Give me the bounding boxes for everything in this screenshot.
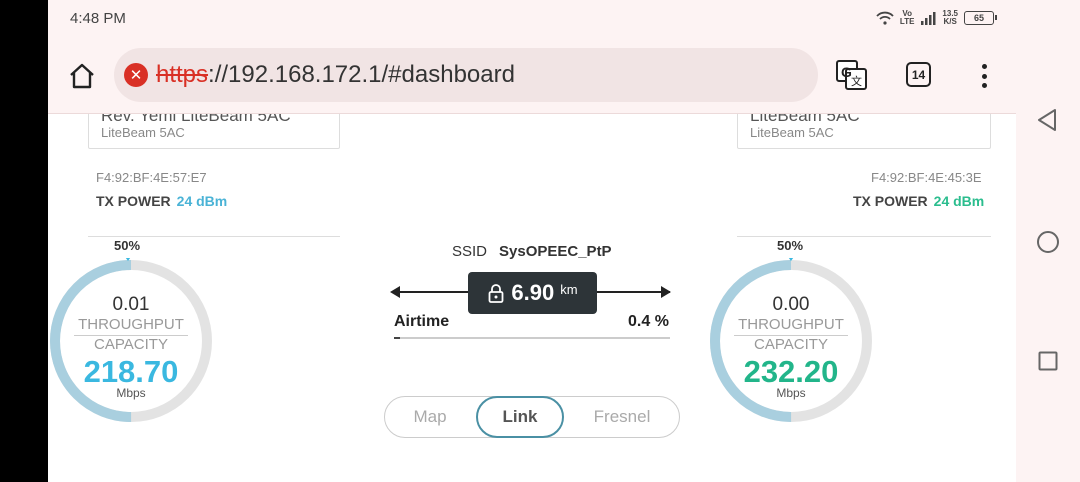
- right-throughput-label: THROUGHPUT: [738, 316, 844, 333]
- home-circle-icon[interactable]: [1036, 230, 1060, 254]
- right-tx-power: TX POWER 24 dBm: [853, 193, 984, 209]
- tab-switcher-button[interactable]: 14: [906, 62, 931, 87]
- arrow-right-icon: [661, 286, 671, 298]
- phone-screen: Rev. Yemi LiteBeam 5AC LiteBeam 5AC F4:9…: [48, 0, 1016, 482]
- right-tx-power-value: 24 dBm: [933, 193, 985, 209]
- lock-icon: [489, 284, 504, 303]
- battery-icon: 65: [964, 11, 997, 25]
- tab-fresnel[interactable]: Fresnel: [565, 397, 679, 437]
- left-tx-power-value: 24 dBm: [176, 193, 228, 209]
- left-throughput-label: THROUGHPUT: [78, 316, 184, 333]
- signal-icon: [921, 12, 936, 25]
- android-nav-bar: [1016, 0, 1080, 482]
- left-device-model: LiteBeam 5AC: [101, 125, 185, 140]
- left-throughput-gauge: 0.01 THROUGHPUT CAPACITY 218.70 Mbps: [48, 258, 214, 428]
- url-protocol: https: [156, 61, 209, 88]
- right-capacity-unit: Mbps: [776, 386, 806, 400]
- left-tx-power: TX POWER 24 dBm: [96, 193, 227, 209]
- network-speed: 13.5 K/S: [942, 9, 958, 26]
- left-throughput-value: 0.01: [112, 294, 150, 315]
- right-capacity-value: 232.20: [743, 354, 839, 389]
- left-device-mac: F4:92:BF:4E:57:E7: [96, 170, 207, 185]
- status-icons: Vo LTE 13.5 K/S 65: [876, 8, 997, 28]
- volte-indicator: Vo LTE: [899, 9, 915, 26]
- left-usage-percent: 50%: [114, 238, 141, 253]
- left-capacity-value: 218.70: [83, 354, 179, 389]
- right-tx-power-label: TX POWER: [853, 193, 928, 209]
- right-throughput-gauge: 0.00 THROUGHPUT CAPACITY 232.20 Mbps: [708, 258, 874, 428]
- right-divider: [737, 236, 991, 237]
- ssid-value: SysOPEEC_PtP: [499, 243, 612, 260]
- ssid-label: SSID: [452, 243, 488, 260]
- back-icon[interactable]: [1036, 108, 1058, 132]
- airtime-bar-fill: [394, 337, 400, 339]
- distance-badge[interactable]: 6.90 km: [468, 272, 597, 314]
- airtime-value: 0.4 %: [628, 313, 669, 330]
- tab-map[interactable]: Map: [385, 397, 475, 437]
- right-device-mac: F4:92:BF:4E:45:3E: [871, 170, 982, 185]
- browser-chrome: 4:48 PM Vo LTE 13.5 K/S 65 ✕ https://192…: [48, 0, 1016, 114]
- view-switch: Map Link Fresnel: [384, 396, 680, 438]
- left-divider: [88, 236, 340, 237]
- left-capacity-label: CAPACITY: [94, 336, 168, 353]
- right-capacity-label: CAPACITY: [754, 336, 828, 353]
- ssid-row: SSID SysOPEEC_PtP: [452, 243, 612, 260]
- left-capacity-unit: Mbps: [116, 386, 146, 400]
- right-usage-percent: 50%: [777, 238, 804, 253]
- status-time: 4:48 PM: [70, 10, 126, 27]
- recents-icon[interactable]: [1038, 351, 1058, 371]
- home-icon[interactable]: [68, 62, 96, 90]
- insecure-icon[interactable]: ✕: [124, 63, 148, 87]
- right-throughput-value: 0.00: [772, 294, 810, 315]
- left-tx-power-label: TX POWER: [96, 193, 171, 209]
- tab-link[interactable]: Link: [476, 396, 564, 438]
- airtime-label: Airtime: [394, 313, 450, 330]
- address-bar[interactable]: ✕ https://192.168.172.1/#dashboard: [114, 48, 818, 102]
- battery-level: 65: [973, 13, 984, 23]
- overflow-menu-icon[interactable]: [974, 62, 994, 90]
- url-path: ://192.168.172.1/#dashboard: [208, 61, 515, 88]
- url-text[interactable]: https://192.168.172.1/#dashboard: [156, 61, 515, 89]
- right-device-model: LiteBeam 5AC: [750, 125, 834, 140]
- distance-value: 6.90: [511, 280, 555, 305]
- distance-unit: km: [560, 281, 578, 297]
- wifi-icon: [876, 11, 894, 25]
- arrow-left-icon: [390, 286, 400, 298]
- svg-text:文: 文: [851, 74, 862, 88]
- airtime-bar: [394, 337, 670, 339]
- translate-icon[interactable]: G 文: [836, 60, 868, 90]
